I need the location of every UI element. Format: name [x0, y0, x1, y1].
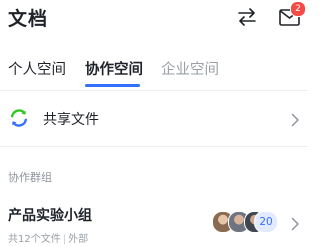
group-name: 产品实验小组	[8, 208, 92, 224]
notification-badge: 2	[290, 1, 306, 17]
active-tab-indicator	[85, 84, 140, 87]
shared-files-label: 共享文件	[43, 112, 99, 128]
group-meta: 共12个文件 | 外部	[8, 230, 88, 245]
meta-separator: |	[62, 234, 67, 245]
group-scope: 外部	[68, 234, 89, 245]
divider	[0, 146, 308, 147]
divider	[0, 90, 308, 91]
chevron-right-icon	[290, 112, 300, 127]
tab-enterprise-space[interactable]: 企业空间	[161, 58, 219, 79]
sync-icon	[9, 108, 29, 128]
chevron-right-icon	[290, 216, 300, 231]
group-file-count: 共12个文件	[8, 234, 61, 245]
member-count-badge: 20	[254, 211, 278, 233]
swap-arrows-icon[interactable]	[236, 6, 258, 28]
group-list-item[interactable]: 产品实验小组 共12个文件 | 外部 20	[0, 196, 308, 246]
page-title: 文档	[8, 8, 49, 30]
tab-collaboration-space[interactable]: 协作空间	[85, 58, 143, 79]
shared-files-row[interactable]: 共享文件	[0, 96, 308, 142]
tab-personal-space[interactable]: 个人空间	[8, 58, 66, 79]
section-label-groups: 协作群组	[8, 171, 52, 184]
